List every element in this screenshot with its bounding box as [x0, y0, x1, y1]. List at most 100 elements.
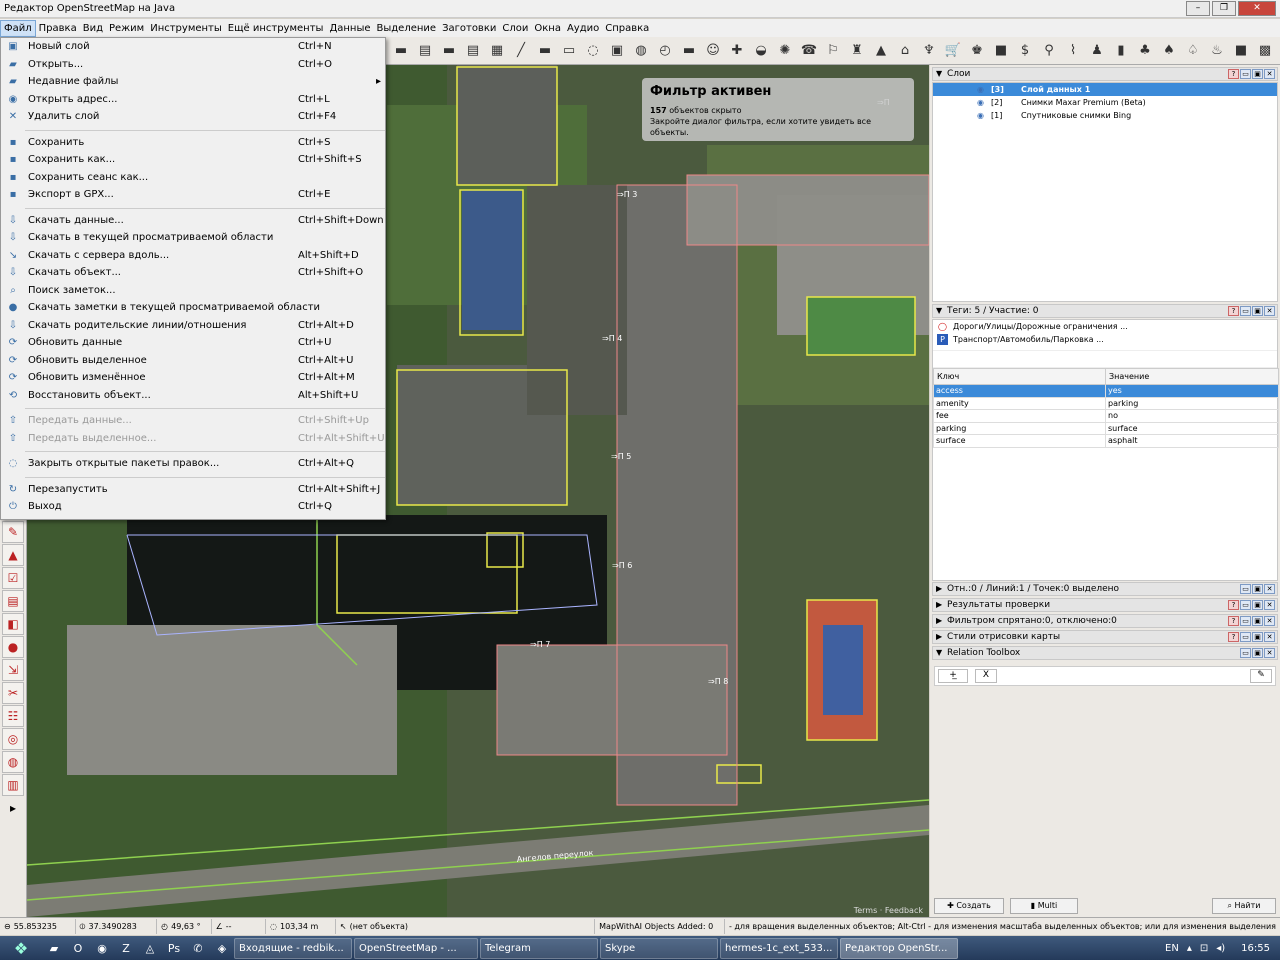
- preset-tool-icon[interactable]: ▩: [1254, 40, 1276, 62]
- file-menu-item[interactable]: ▪ Сохранить как... Ctrl+Shift+S: [1, 151, 385, 169]
- file-menu-item[interactable]: ▣ Новый слой Ctrl+N: [1, 38, 385, 56]
- preset-tool-icon[interactable]: ⌂: [894, 40, 916, 62]
- expand-icon[interactable]: ▶: [936, 615, 942, 627]
- preset-tool-icon[interactable]: ♆: [918, 40, 940, 62]
- preset-tool-icon[interactable]: $: [1014, 40, 1036, 62]
- preset-tool-icon[interactable]: ♠: [1158, 40, 1180, 62]
- detach-icon[interactable]: ▣: [1252, 306, 1263, 316]
- detach-icon[interactable]: ▣: [1252, 648, 1263, 658]
- visibility-eye-icon[interactable]: ◉: [977, 96, 984, 109]
- file-menu-item[interactable]: ⟳ Обновить изменённое Ctrl+Alt+M: [1, 369, 385, 387]
- preset-tool-icon[interactable]: ✚: [726, 40, 748, 62]
- taskbar-button[interactable]: Skype: [600, 937, 718, 959]
- tag-key[interactable]: access: [933, 384, 1106, 398]
- help-icon[interactable]: ?: [1228, 616, 1239, 626]
- tag-row[interactable]: parking surface: [933, 421, 1279, 435]
- help-icon[interactable]: ?: [1228, 306, 1239, 316]
- preset-tool-icon[interactable]: ◌: [582, 40, 604, 62]
- chrome-icon[interactable]: ◉: [90, 937, 114, 959]
- tag-value[interactable]: no: [1105, 409, 1279, 423]
- file-menu-item[interactable]: ⟳ Обновить выделенное Ctrl+Alt+U: [1, 352, 385, 370]
- expand-icon[interactable]: ▶: [936, 631, 942, 643]
- preset-tool-icon[interactable]: ▣: [606, 40, 628, 62]
- visibility-eye-icon[interactable]: ◉: [977, 83, 984, 96]
- building-tool-icon[interactable]: ▲: [2, 544, 24, 566]
- close-icon[interactable]: ✕: [1264, 69, 1275, 79]
- minimize-icon[interactable]: ▭: [1240, 600, 1251, 610]
- file-menu-item[interactable]: ⇩ Скачать объект... Ctrl+Shift+O: [1, 264, 385, 282]
- preset-tool-icon[interactable]: ▤: [462, 40, 484, 62]
- app2-icon[interactable]: ◈: [210, 937, 234, 959]
- menu-11[interactable]: Аудио: [564, 20, 602, 37]
- preset-tool-icon[interactable]: ♟: [1086, 40, 1108, 62]
- detach-icon[interactable]: ▣: [1252, 600, 1263, 610]
- close-button[interactable]: ✕: [1238, 1, 1276, 16]
- preset-tool-icon[interactable]: ■: [990, 40, 1012, 62]
- help-icon[interactable]: ?: [1228, 600, 1239, 610]
- file-menu-item[interactable]: ⌕ Поиск заметок...: [1, 282, 385, 300]
- preset-tool-icon[interactable]: ✺: [774, 40, 796, 62]
- layer-row[interactable]: ◉ [2] Снимки Maxar Premium (Beta): [933, 96, 1277, 109]
- marker-tool-icon[interactable]: ●: [2, 636, 24, 658]
- collapse-icon[interactable]: ▼: [936, 305, 942, 317]
- more-tools-icon[interactable]: ▸: [2, 797, 24, 819]
- taskbar-button[interactable]: Входящие - redbik...: [234, 937, 352, 959]
- wiki-tool-icon[interactable]: ◍: [2, 751, 24, 773]
- filezilla-icon[interactable]: Z: [114, 937, 138, 959]
- tag-row[interactable]: surface asphalt: [933, 434, 1279, 448]
- expand-icon[interactable]: ▶: [936, 583, 942, 595]
- file-menu-item[interactable]: ▪ Экспорт в GPX... Ctrl+E: [1, 186, 385, 204]
- preset-tool-icon[interactable]: ◴: [654, 40, 676, 62]
- minimize-icon[interactable]: ▭: [1240, 632, 1251, 642]
- layers-panel-header[interactable]: ▼ Слои ? ▭ ▣ ✕: [932, 67, 1278, 81]
- language-indicator[interactable]: EN: [1165, 943, 1179, 954]
- todo-tool-icon[interactable]: ▤: [2, 590, 24, 612]
- panel-header[interactable]: ▶ Фильтром спрятано:0, отключено:0? ▭ ▣ ✕: [932, 614, 1278, 628]
- start-button[interactable]: ❖: [0, 936, 42, 960]
- tag-key[interactable]: fee: [933, 409, 1106, 423]
- tag-row[interactable]: fee no: [933, 409, 1279, 423]
- visibility-eye-icon[interactable]: ◉: [977, 109, 984, 122]
- collapse-icon[interactable]: ▼: [936, 647, 942, 659]
- tag-key[interactable]: parking: [933, 421, 1106, 435]
- file-menu-item[interactable]: ● Скачать заметки в текущей просматриваем…: [1, 299, 385, 317]
- multi-button[interactable]: ▮ Multi: [1010, 898, 1078, 914]
- file-menu-item[interactable]: ◉ Открыть адрес... Ctrl+L: [1, 91, 385, 109]
- menu-9[interactable]: Слои: [499, 20, 531, 37]
- close-icon[interactable]: ✕: [1264, 632, 1275, 642]
- barcode-tool-icon[interactable]: ▥: [2, 774, 24, 796]
- preset-tool-icon[interactable]: ╱: [510, 40, 532, 62]
- file-menu-item[interactable]: ⇩ Скачать в текущей просматриваемой облас…: [1, 229, 385, 247]
- layer-row[interactable]: ◉ [1] Спутниковые снимки Bing: [933, 109, 1277, 122]
- validator-tool-icon[interactable]: ☷: [2, 705, 24, 727]
- preset-tool-icon[interactable]: ▬: [678, 40, 700, 62]
- preset-tool-icon[interactable]: ⚲: [1038, 40, 1060, 62]
- file-menu-item[interactable]: ▪ Сохранить Ctrl+S: [1, 134, 385, 152]
- preset-tool-icon[interactable]: ⚐: [822, 40, 844, 62]
- file-menu-item[interactable]: ◌ Закрыть открытые пакеты правок... Ctrl+A…: [1, 455, 385, 473]
- clock[interactable]: 16:55: [1241, 943, 1270, 954]
- tray-arrow-icon[interactable]: ▴: [1187, 943, 1192, 954]
- preset-tool-icon[interactable]: ■: [1230, 40, 1252, 62]
- preset-tool-icon[interactable]: ▤: [414, 40, 436, 62]
- draw-tool-icon[interactable]: ✎: [2, 521, 24, 543]
- minimize-icon[interactable]: ▭: [1240, 584, 1251, 594]
- preset-tool-icon[interactable]: ▬: [438, 40, 460, 62]
- menu-7[interactable]: Выделение: [374, 20, 440, 37]
- file-menu-item[interactable]: ↘ Скачать с сервера вдоль... Alt+Shift+D: [1, 247, 385, 265]
- preset-tool-icon[interactable]: ♜: [846, 40, 868, 62]
- file-menu-item[interactable]: ⟲ Восстановить объект... Alt+Shift+U: [1, 387, 385, 405]
- app-icon[interactable]: ◬: [138, 937, 162, 959]
- taskbar-button[interactable]: Редактор OpenStr...: [840, 937, 958, 959]
- file-menu-item[interactable]: ⇩ Скачать родительские линии/отношения Ctr…: [1, 317, 385, 335]
- preset-tool-icon[interactable]: ▦: [486, 40, 508, 62]
- layer-row[interactable]: ◉ [3] Слой данных 1: [933, 83, 1277, 96]
- minimize-icon[interactable]: ▭: [1240, 616, 1251, 626]
- preset-tool-icon[interactable]: ◍: [630, 40, 652, 62]
- preset-tool-icon[interactable]: ♣: [1134, 40, 1156, 62]
- file-menu-item[interactable]: ▰ Открыть... Ctrl+O: [1, 56, 385, 74]
- maximize-button[interactable]: ❐: [1212, 1, 1236, 16]
- menu-5[interactable]: Ещё инструменты: [225, 20, 327, 37]
- edit-icon[interactable]: ✎: [1250, 669, 1272, 683]
- detach-icon[interactable]: ▣: [1252, 616, 1263, 626]
